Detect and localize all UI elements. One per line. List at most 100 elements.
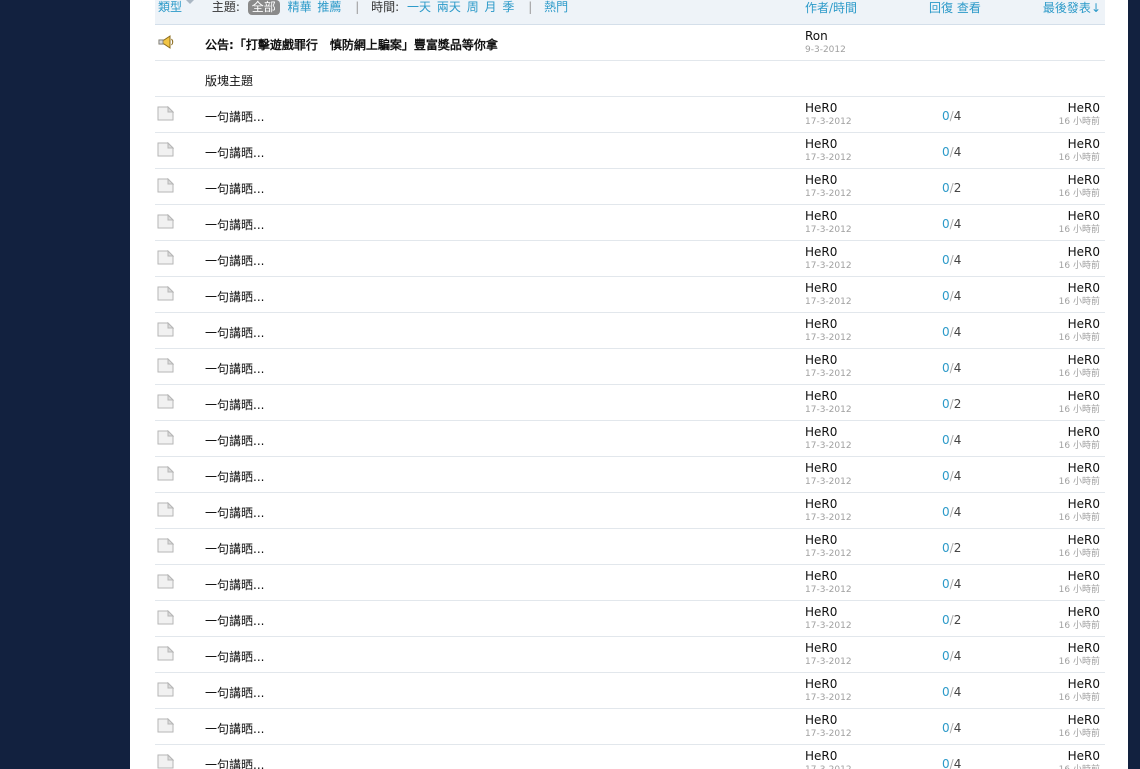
last-post-time-link[interactable]: 16 小時前 (1059, 765, 1100, 769)
document-icon[interactable] (157, 753, 175, 769)
time-day-link[interactable]: 一天 (407, 0, 431, 14)
last-poster-link[interactable]: HeR0 (1068, 749, 1100, 763)
last-post-time-link[interactable]: 16 小時前 (1059, 189, 1100, 200)
reply-count-link[interactable]: 0 (942, 757, 950, 769)
author-link[interactable]: HeR0 (805, 425, 837, 439)
col-view-link[interactable]: 查看 (957, 1, 981, 15)
thread-title-link[interactable]: 一句講晒... (205, 612, 264, 629)
filter-digest-link[interactable]: 精華 (288, 0, 312, 14)
reply-count-link[interactable]: 0 (942, 433, 950, 447)
last-post-time-link[interactable]: 16 小時前 (1059, 333, 1100, 344)
reply-count-link[interactable]: 0 (942, 325, 950, 339)
type-filter-button[interactable]: 類型 (158, 0, 182, 14)
thread-title-link[interactable]: 一句講晒... (205, 252, 264, 269)
document-icon[interactable] (157, 393, 175, 409)
last-poster-link[interactable]: HeR0 (1068, 425, 1100, 439)
document-icon[interactable] (157, 105, 175, 121)
reply-count-link[interactable]: 0 (942, 217, 950, 231)
thread-title-link[interactable]: 一句講晒... (205, 540, 264, 557)
document-icon[interactable] (157, 681, 175, 697)
thread-title-link[interactable]: 一句講晒... (205, 396, 264, 413)
author-link[interactable]: HeR0 (805, 497, 837, 511)
last-poster-link[interactable]: HeR0 (1068, 497, 1100, 511)
thread-title-link[interactable]: 一句講晒... (205, 360, 264, 377)
last-post-time-link[interactable]: 16 小時前 (1059, 153, 1100, 164)
thread-title-link[interactable]: 一句講晒... (205, 216, 264, 233)
last-post-time-link[interactable]: 16 小時前 (1059, 441, 1100, 452)
thread-title-link[interactable]: 一句講晒... (205, 504, 264, 521)
document-icon[interactable] (157, 357, 175, 373)
reply-count-link[interactable]: 0 (942, 613, 950, 627)
author-link[interactable]: HeR0 (805, 317, 837, 331)
last-poster-link[interactable]: HeR0 (1068, 605, 1100, 619)
thread-title-link[interactable]: 一句講晒... (205, 468, 264, 485)
reply-count-link[interactable]: 0 (942, 505, 950, 519)
last-poster-link[interactable]: HeR0 (1068, 569, 1100, 583)
last-poster-link[interactable]: HeR0 (1068, 353, 1100, 367)
last-post-time-link[interactable]: 16 小時前 (1059, 693, 1100, 704)
thread-title-link[interactable]: 一句講晒... (205, 324, 264, 341)
last-poster-link[interactable]: HeR0 (1068, 317, 1100, 331)
reply-count-link[interactable]: 0 (942, 181, 950, 195)
last-poster-link[interactable]: HeR0 (1068, 245, 1100, 259)
last-post-time-link[interactable]: 16 小時前 (1059, 117, 1100, 128)
thread-title-link[interactable]: 一句講晒... (205, 288, 264, 305)
last-poster-link[interactable]: HeR0 (1068, 677, 1100, 691)
col-last-post-link[interactable]: 最後發表↓ (1043, 0, 1101, 16)
document-icon[interactable] (157, 249, 175, 265)
document-icon[interactable] (157, 501, 175, 517)
thread-title-link[interactable]: 一句講晒... (205, 144, 264, 161)
author-link[interactable]: HeR0 (805, 677, 837, 691)
author-link[interactable]: HeR0 (805, 209, 837, 223)
reply-count-link[interactable]: 0 (942, 109, 950, 123)
last-poster-link[interactable]: HeR0 (1068, 101, 1100, 115)
col-reply-link[interactable]: 回復 (929, 1, 953, 15)
document-icon[interactable] (157, 717, 175, 733)
author-link[interactable]: HeR0 (805, 389, 837, 403)
document-icon[interactable] (157, 285, 175, 301)
author-link[interactable]: HeR0 (805, 713, 837, 727)
hot-link[interactable]: 熱門 (544, 0, 568, 14)
author-link[interactable]: HeR0 (805, 245, 837, 259)
reply-count-link[interactable]: 0 (942, 361, 950, 375)
announcement-title-link[interactable]: 公告:「打擊遊戲罪行 慎防網上騙案」豐富獎品等你拿 (205, 36, 498, 53)
last-poster-link[interactable]: HeR0 (1068, 209, 1100, 223)
reply-count-link[interactable]: 0 (942, 253, 950, 267)
last-poster-link[interactable]: HeR0 (1068, 137, 1100, 151)
document-icon[interactable] (157, 573, 175, 589)
author-link[interactable]: HeR0 (805, 353, 837, 367)
thread-title-link[interactable]: 一句講晒... (205, 108, 264, 125)
last-poster-link[interactable]: HeR0 (1068, 713, 1100, 727)
document-icon[interactable] (157, 609, 175, 625)
time-two-days-link[interactable]: 兩天 (437, 0, 461, 14)
last-post-time-link[interactable]: 16 小時前 (1059, 729, 1100, 740)
thread-title-link[interactable]: 一句講晒... (205, 756, 264, 769)
last-poster-link[interactable]: HeR0 (1068, 641, 1100, 655)
author-link[interactable]: HeR0 (805, 641, 837, 655)
last-post-time-link[interactable]: 16 小時前 (1059, 549, 1100, 560)
reply-count-link[interactable]: 0 (942, 397, 950, 411)
reply-count-link[interactable]: 0 (942, 685, 950, 699)
last-poster-link[interactable]: HeR0 (1068, 173, 1100, 187)
last-post-time-link[interactable]: 16 小時前 (1059, 261, 1100, 272)
thread-title-link[interactable]: 一句講晒... (205, 576, 264, 593)
author-link[interactable]: Ron (805, 29, 828, 43)
last-post-time-link[interactable]: 16 小時前 (1059, 405, 1100, 416)
last-post-time-link[interactable]: 16 小時前 (1059, 585, 1100, 596)
author-link[interactable]: HeR0 (805, 101, 837, 115)
time-month-link[interactable]: 月 (485, 0, 497, 14)
col-author-time-link[interactable]: 作者/時間 (805, 0, 857, 16)
filter-recommend-link[interactable]: 推薦 (317, 0, 341, 14)
thread-title-link[interactable]: 一句講晒... (205, 180, 264, 197)
last-post-time-link[interactable]: 16 小時前 (1059, 477, 1100, 488)
document-icon[interactable] (157, 429, 175, 445)
last-post-time-link[interactable]: 16 小時前 (1059, 369, 1100, 380)
last-poster-link[interactable]: HeR0 (1068, 281, 1100, 295)
document-icon[interactable] (157, 177, 175, 193)
document-icon[interactable] (157, 537, 175, 553)
chevron-down-icon[interactable] (186, 0, 195, 4)
document-icon[interactable] (157, 465, 175, 481)
last-poster-link[interactable]: HeR0 (1068, 533, 1100, 547)
thread-title-link[interactable]: 一句講晒... (205, 720, 264, 737)
reply-count-link[interactable]: 0 (942, 145, 950, 159)
